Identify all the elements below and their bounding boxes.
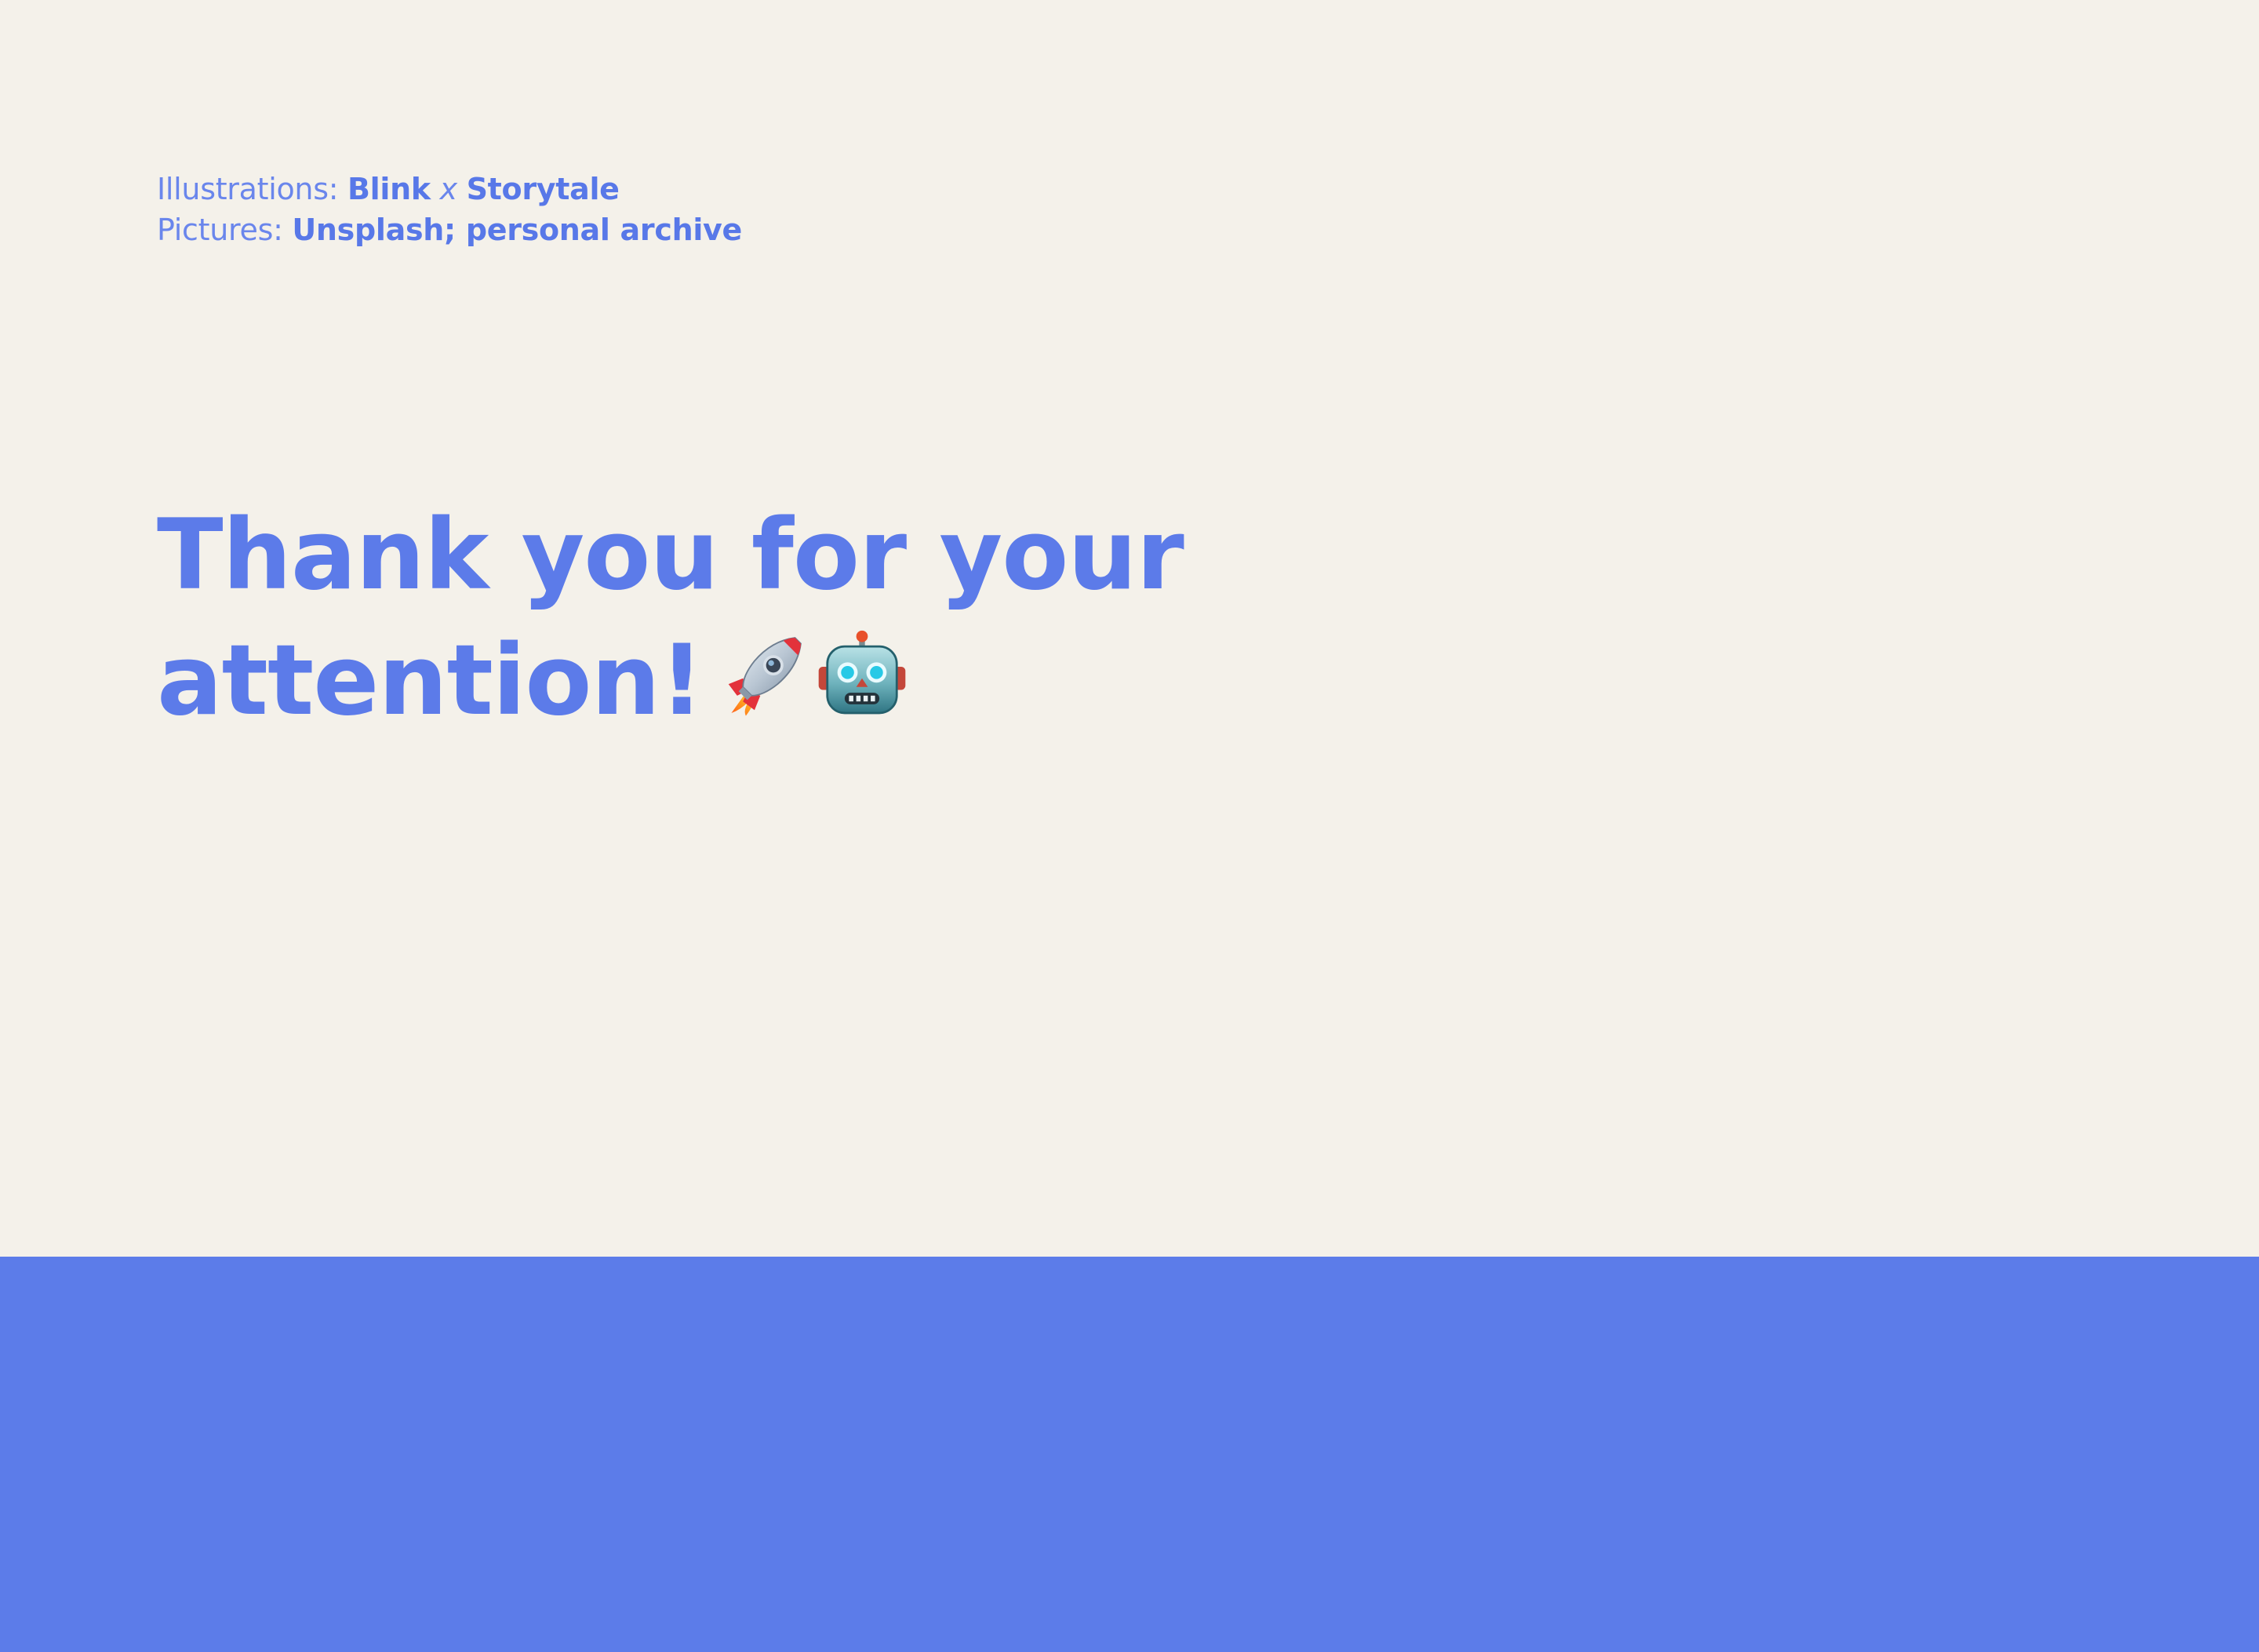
thank-you-headline: Thank you for your attention! [157, 493, 1333, 744]
illustrations-source-storytale: Storytale [466, 172, 620, 206]
headline-line-2: attention! [157, 618, 1333, 744]
rocket-icon [729, 637, 802, 716]
headline-line-1: Thank you for your [157, 499, 1184, 612]
illustrations-separator: x [439, 172, 458, 206]
slide-canvas: Illustrations: Blink x Storytale Picture… [0, 0, 2259, 1257]
pictures-label: Pictures: [157, 213, 293, 247]
illustrations-credit: Illustrations: Blink x Storytale [157, 169, 742, 209]
headline-line-2-text: attention! [157, 624, 704, 737]
pictures-credit: Pictures: Unsplash; personal archive [157, 209, 742, 250]
illustrations-label: Illustrations: [157, 172, 347, 206]
illustrations-source-blink: Blink [347, 172, 431, 206]
credits-block: Illustrations: Blink x Storytale Picture… [157, 169, 742, 250]
bottom-accent-band [0, 1257, 2259, 1652]
robot-icon [819, 630, 906, 715]
pictures-source: Unsplash; personal archive [292, 213, 742, 247]
